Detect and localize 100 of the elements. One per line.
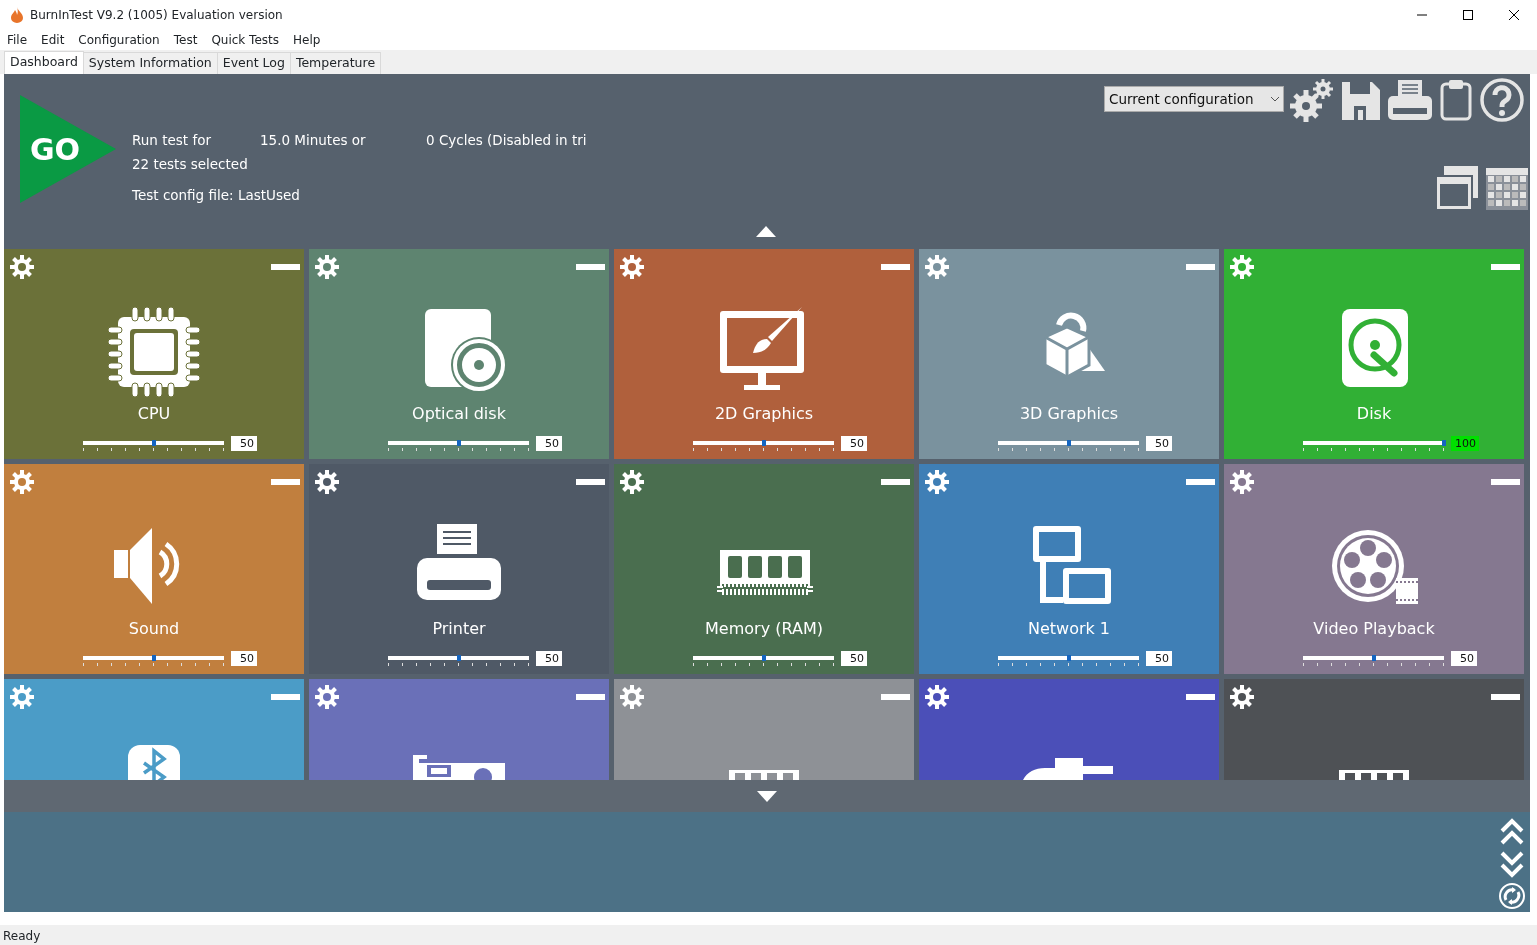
tile-label: Disk bbox=[1355, 403, 1393, 425]
minimize-tile-button[interactable] bbox=[271, 479, 300, 485]
slider-thumb[interactable] bbox=[151, 655, 156, 661]
slider-track[interactable] bbox=[83, 656, 224, 660]
scroll-up-icon[interactable] bbox=[756, 226, 776, 237]
test-tile[interactable]: Printer 50 bbox=[309, 464, 609, 674]
test-tile[interactable]: Memory (RAM) 50 bbox=[614, 464, 914, 674]
slider-thumb[interactable] bbox=[761, 655, 766, 661]
gears-icon[interactable] bbox=[1290, 78, 1334, 122]
cycles-text: 0 Cycles (Disabled in tri bbox=[426, 131, 587, 150]
slider-thumb[interactable] bbox=[1066, 440, 1071, 446]
slider-track[interactable] bbox=[693, 656, 834, 660]
minimize-tile-button[interactable] bbox=[1186, 479, 1215, 485]
test-tile[interactable]: Video Playback 50 bbox=[1224, 464, 1524, 674]
menu-item[interactable]: Help bbox=[286, 31, 328, 49]
save-icon[interactable] bbox=[1342, 80, 1380, 120]
ram-module-icon bbox=[729, 770, 799, 780]
settings-icon[interactable] bbox=[925, 685, 949, 709]
settings-icon[interactable] bbox=[925, 470, 949, 494]
configuration-select[interactable]: Current configuration bbox=[1104, 86, 1284, 112]
maximize-icon bbox=[1463, 10, 1473, 20]
slider-thumb[interactable] bbox=[1442, 440, 1446, 446]
slider-thumb[interactable] bbox=[456, 440, 461, 446]
slider-track[interactable] bbox=[998, 441, 1139, 445]
scroll-down-icon[interactable] bbox=[757, 790, 777, 802]
settings-icon[interactable] bbox=[620, 255, 644, 279]
slider-track[interactable] bbox=[1303, 656, 1444, 660]
minimize-tile-button[interactable] bbox=[881, 479, 910, 485]
minimize-tile-button[interactable] bbox=[576, 694, 605, 700]
test-tile[interactable]: Optical disk 50 bbox=[309, 249, 609, 459]
settings-icon[interactable] bbox=[315, 685, 339, 709]
grid-view-icon[interactable] bbox=[1486, 168, 1528, 210]
slider-track[interactable] bbox=[693, 441, 834, 445]
reading-value: 50 bbox=[536, 436, 562, 451]
test-tile[interactable]: 2D Graphics 50 bbox=[614, 249, 914, 459]
test-tile[interactable]: Network 1 50 bbox=[919, 464, 1219, 674]
close-icon bbox=[1509, 10, 1519, 20]
test-tile[interactable]: Disk 100 bbox=[1224, 249, 1524, 459]
reading-value: 50 bbox=[536, 651, 562, 666]
printer-icon[interactable] bbox=[1388, 80, 1432, 120]
tab[interactable]: Dashboard bbox=[4, 51, 84, 74]
plug-icon bbox=[1023, 758, 1115, 780]
settings-icon[interactable] bbox=[315, 255, 339, 279]
minimize-tile-button[interactable] bbox=[1491, 694, 1520, 700]
menu-item[interactable]: File bbox=[0, 31, 35, 49]
reading-value: 100 bbox=[1451, 436, 1479, 451]
go-button[interactable]: GO bbox=[20, 95, 116, 203]
double-up-icon[interactable] bbox=[1500, 818, 1524, 846]
slider-thumb[interactable] bbox=[1371, 655, 1376, 661]
slider-thumb[interactable] bbox=[456, 655, 461, 661]
tile-label: Optical disk bbox=[411, 403, 507, 425]
reading-value: 50 bbox=[841, 436, 867, 451]
settings-icon[interactable] bbox=[1230, 470, 1254, 494]
refresh-icon[interactable] bbox=[1498, 882, 1526, 910]
tile-label: Memory (RAM) bbox=[704, 618, 824, 640]
minimize-tile-button[interactable] bbox=[576, 264, 605, 270]
test-tile[interactable]: 3D Graphics 50 bbox=[919, 249, 1219, 459]
status-text: Ready bbox=[0, 925, 1537, 945]
tests-selected-text: 22 tests selected bbox=[132, 155, 248, 174]
slider-track[interactable] bbox=[1303, 441, 1444, 445]
help-icon[interactable] bbox=[1480, 78, 1524, 122]
tile-label: Sound bbox=[127, 618, 181, 640]
settings-icon[interactable] bbox=[620, 470, 644, 494]
slider-thumb[interactable] bbox=[151, 440, 156, 446]
test-tile[interactable]: Sound 50 bbox=[4, 464, 304, 674]
settings-icon[interactable] bbox=[10, 255, 34, 279]
tile-label: Video Playback bbox=[1312, 618, 1436, 640]
minimize-tile-button[interactable] bbox=[271, 264, 300, 270]
reading-value: 50 bbox=[231, 436, 257, 451]
reading-value: 50 bbox=[1146, 651, 1172, 666]
minimize-tile-button[interactable] bbox=[1186, 694, 1215, 700]
minimize-tile-button[interactable] bbox=[576, 479, 605, 485]
tile-label: CPU bbox=[136, 403, 172, 425]
minimize-tile-button[interactable] bbox=[1491, 479, 1520, 485]
slider-thumb[interactable] bbox=[761, 440, 766, 446]
tile-label: 2D Graphics bbox=[713, 403, 815, 425]
minimize-tile-button[interactable] bbox=[271, 694, 300, 700]
minimize-tile-button[interactable] bbox=[881, 694, 910, 700]
clipboard-icon[interactable] bbox=[1440, 79, 1472, 121]
settings-icon[interactable] bbox=[10, 470, 34, 494]
slider-track[interactable] bbox=[998, 656, 1139, 660]
slider-track[interactable] bbox=[388, 441, 529, 445]
double-down-icon[interactable] bbox=[1500, 850, 1524, 878]
test-tile[interactable]: CPU 50 bbox=[4, 249, 304, 459]
tab[interactable]: Temperature bbox=[289, 52, 382, 74]
config-file-text: Test config file: LastUsed bbox=[132, 186, 300, 205]
slider-track[interactable] bbox=[388, 656, 529, 660]
minimize-tile-button[interactable] bbox=[881, 264, 910, 270]
window-title: BurnInTest V9.2 (1005) Evaluation version bbox=[30, 7, 284, 24]
slider-thumb[interactable] bbox=[1066, 655, 1071, 661]
settings-icon[interactable] bbox=[315, 470, 339, 494]
menu-item[interactable]: Edit bbox=[34, 31, 72, 49]
settings-icon[interactable] bbox=[1230, 685, 1254, 709]
menu-item[interactable]: Test bbox=[166, 31, 205, 49]
slider-track[interactable] bbox=[83, 441, 224, 445]
minimize-tile-button[interactable] bbox=[1491, 264, 1520, 270]
menu-item[interactable]: Configuration bbox=[71, 31, 167, 49]
menu-item[interactable]: Quick Tests bbox=[204, 31, 286, 49]
windows-icon[interactable] bbox=[1436, 166, 1478, 210]
minimize-tile-button[interactable] bbox=[1186, 264, 1215, 270]
